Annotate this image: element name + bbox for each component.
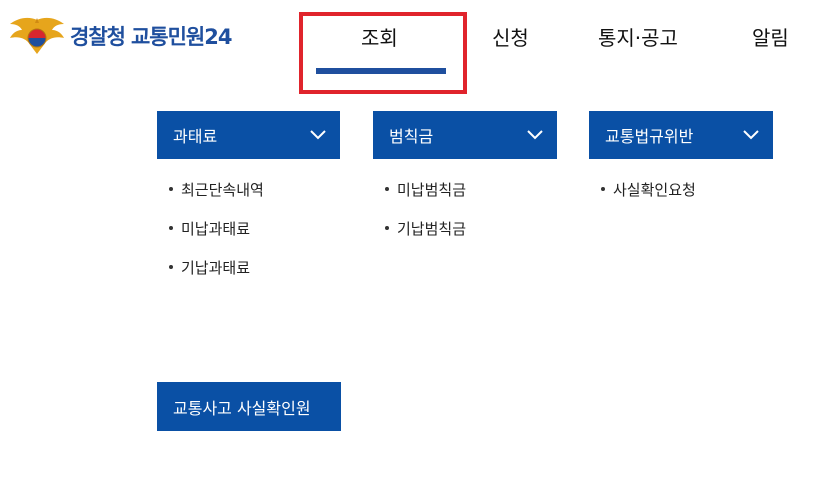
submenu-list-fine: 최근단속내역 미납과태료 기납과태료 <box>166 179 264 296</box>
chevron-down-icon <box>743 130 759 140</box>
bullet-icon <box>169 265 173 269</box>
accident-certificate-button[interactable]: 교통사고 사실확인원 <box>157 382 341 431</box>
submenu-link-unpaid-penalty[interactable]: 미납범칙금 <box>382 179 466 218</box>
logo-secondary-text: 교통민원24 <box>130 25 233 49</box>
logo-text: 경찰청 교통민원24 <box>70 21 233 51</box>
submenu-link-paid-penalty[interactable]: 기납범칙금 <box>382 218 466 257</box>
site-logo[interactable]: 경찰청 교통민원24 <box>8 14 233 58</box>
submenu-link-label: 미납과태료 <box>181 220 251 238</box>
submenu-link-fact-check-request[interactable]: 사실확인요청 <box>598 179 696 218</box>
submenu-link-recent-enforcement[interactable]: 최근단속내역 <box>166 179 264 218</box>
submenu-header-fine[interactable]: 과태료 <box>157 111 340 159</box>
gnb-tab-notice[interactable]: 통지·공고 <box>598 22 678 51</box>
gnb-tab-alarm[interactable]: 알림 <box>752 22 789 51</box>
logo-primary-text: 경찰청 <box>70 25 126 49</box>
submenu-link-label: 최근단속내역 <box>181 181 264 199</box>
submenu-link-label: 기납과태료 <box>181 259 251 277</box>
bullet-icon <box>385 226 389 230</box>
chevron-down-icon <box>310 130 326 140</box>
submenu-link-unpaid-fine[interactable]: 미납과태료 <box>166 218 264 257</box>
bullet-icon <box>169 226 173 230</box>
submenu-header-penalty[interactable]: 범칙금 <box>373 111 557 159</box>
police-emblem-icon <box>10 17 64 55</box>
highlight-box <box>299 12 467 94</box>
submenu-header-label: 범칙금 <box>389 127 434 146</box>
bullet-icon <box>385 187 389 191</box>
submenu-list-penalty: 미납범칙금 기납범칙금 <box>382 179 466 257</box>
submenu-list-violation: 사실확인요청 <box>598 179 696 218</box>
gnb-tab-apply[interactable]: 신청 <box>492 22 529 51</box>
submenu-link-label: 기납범칙금 <box>397 220 467 238</box>
submenu-header-label: 교통법규위반 <box>605 127 694 146</box>
bullet-icon <box>601 187 605 191</box>
chevron-down-icon <box>527 130 543 140</box>
submenu-link-label: 미납범칙금 <box>397 181 467 199</box>
bullet-icon <box>169 187 173 191</box>
submenu-link-paid-fine[interactable]: 기납과태료 <box>166 257 264 296</box>
submenu-link-label: 사실확인요청 <box>613 181 696 199</box>
submenu-header-label: 과태료 <box>173 127 218 146</box>
submenu-header-violation[interactable]: 교통법규위반 <box>589 111 773 159</box>
